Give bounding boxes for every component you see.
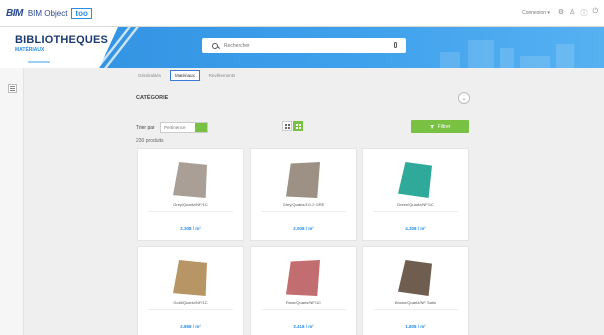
power-icon[interactable]: ⏻ xyxy=(592,8,598,18)
product-price[interactable]: 1.808 / m² xyxy=(363,324,468,329)
top-bar: BIM BIM Object too Connexion ▾ ⚙ ♙ ⓘ ⏻ xyxy=(0,0,604,27)
product-name: Brown/Quartz/NF Satin xyxy=(394,300,437,305)
sort-value: Pertinence xyxy=(164,125,186,130)
top-icons: ⚙ ♙ ⓘ ⏻ xyxy=(558,8,598,18)
list-icon xyxy=(284,123,290,129)
product-name: Green/Quartz/NF/1C xyxy=(397,202,434,207)
grid-view-button[interactable] xyxy=(293,121,303,131)
product-price[interactable]: 3.418 / m² xyxy=(251,324,356,329)
card-divider xyxy=(148,309,233,310)
brand-logo[interactable]: BIM BIM Object too xyxy=(6,7,92,19)
info-icon[interactable]: ⓘ xyxy=(580,8,587,18)
city-skyline xyxy=(440,52,460,68)
city-skyline xyxy=(468,40,494,68)
material-swatch xyxy=(398,162,432,198)
product-name: Rose/Quartz/NF/1C xyxy=(285,300,322,305)
search-icon xyxy=(212,42,218,49)
product-name: Grey/Quartz/NF/1C xyxy=(173,202,208,207)
product-card[interactable]: Gold/Quartz/NF/1C 2.868 / m² xyxy=(137,246,244,335)
settings-icon[interactable]: ⚙ xyxy=(558,8,564,18)
tabs: Généralités Matériaux Revêtements xyxy=(133,70,240,81)
product-card[interactable]: Grey/Quartz/1/1.2 GRE 2.008 / m² xyxy=(250,148,357,241)
left-sidebar xyxy=(0,68,24,335)
brand-box: too xyxy=(71,7,92,19)
brand-mark: BIM xyxy=(6,7,23,19)
product-name: Gold/Quartz/NF/1C xyxy=(173,300,208,305)
product-name: Grey/Quartz/1/1.2 GRE xyxy=(282,202,325,207)
card-divider xyxy=(373,211,458,212)
product-price[interactable]: 2.308 / m² xyxy=(138,226,243,231)
product-card[interactable]: Green/Quartz/NF/1C 4.308 / m² xyxy=(362,148,469,241)
product-price[interactable]: 2.868 / m² xyxy=(138,324,243,329)
city-skyline xyxy=(556,44,574,68)
user-menu[interactable]: Connexion ▾ xyxy=(522,10,550,16)
product-price[interactable]: 4.308 / m² xyxy=(363,226,468,231)
city-skyline xyxy=(500,48,514,68)
title-underline xyxy=(28,61,50,63)
collapse-icon[interactable]: ⌄ xyxy=(458,92,470,104)
product-card[interactable]: Grey/Quartz/NF/1C 2.308 / m² xyxy=(137,148,244,241)
grid-icon xyxy=(295,123,301,129)
sort-label: Trier par xyxy=(136,125,155,131)
card-divider xyxy=(261,211,346,212)
dropdown-arrow-icon xyxy=(195,123,207,132)
material-swatch xyxy=(286,162,320,198)
material-swatch xyxy=(173,260,207,296)
product-card[interactable]: Brown/Quartz/NF Satin 1.808 / m² xyxy=(362,246,469,335)
tab-revetements[interactable]: Revêtements xyxy=(204,70,241,81)
material-swatch xyxy=(286,260,320,296)
material-swatch xyxy=(173,162,207,198)
filter-icon xyxy=(429,124,435,129)
category-title: CATÉGORIE xyxy=(136,95,169,101)
page-title: BIBLIOTHEQUES xyxy=(15,34,109,46)
card-divider xyxy=(261,309,346,310)
search-bar[interactable] xyxy=(202,38,406,53)
microphone-icon[interactable] xyxy=(394,42,397,48)
filter-button[interactable]: Filtrer xyxy=(411,120,469,133)
tab-materiaux[interactable]: Matériaux xyxy=(170,70,200,81)
view-toggle xyxy=(282,121,303,131)
city-skyline xyxy=(520,56,550,68)
material-swatch xyxy=(398,260,432,296)
filter-label: Filtrer xyxy=(437,123,451,130)
result-count: 230 produits xyxy=(136,138,164,144)
tab-generalites[interactable]: Généralités xyxy=(133,70,166,81)
brand-text: BIM Object xyxy=(27,8,68,18)
sort-dropdown[interactable]: Pertinence xyxy=(160,122,208,133)
user-icon[interactable]: ♙ xyxy=(569,8,575,18)
product-card[interactable]: Rose/Quartz/NF/1C 3.418 / m² xyxy=(250,246,357,335)
list-view-button[interactable] xyxy=(282,121,292,131)
card-divider xyxy=(148,211,233,212)
search-input[interactable] xyxy=(224,42,374,49)
top-right-menu: Connexion ▾ ⚙ ♙ ⓘ ⏻ xyxy=(522,8,598,18)
menu-icon[interactable] xyxy=(8,84,17,93)
product-price[interactable]: 2.008 / m² xyxy=(251,226,356,231)
card-divider xyxy=(373,309,458,310)
page-subtitle: MATÉRIAUX xyxy=(15,47,45,53)
